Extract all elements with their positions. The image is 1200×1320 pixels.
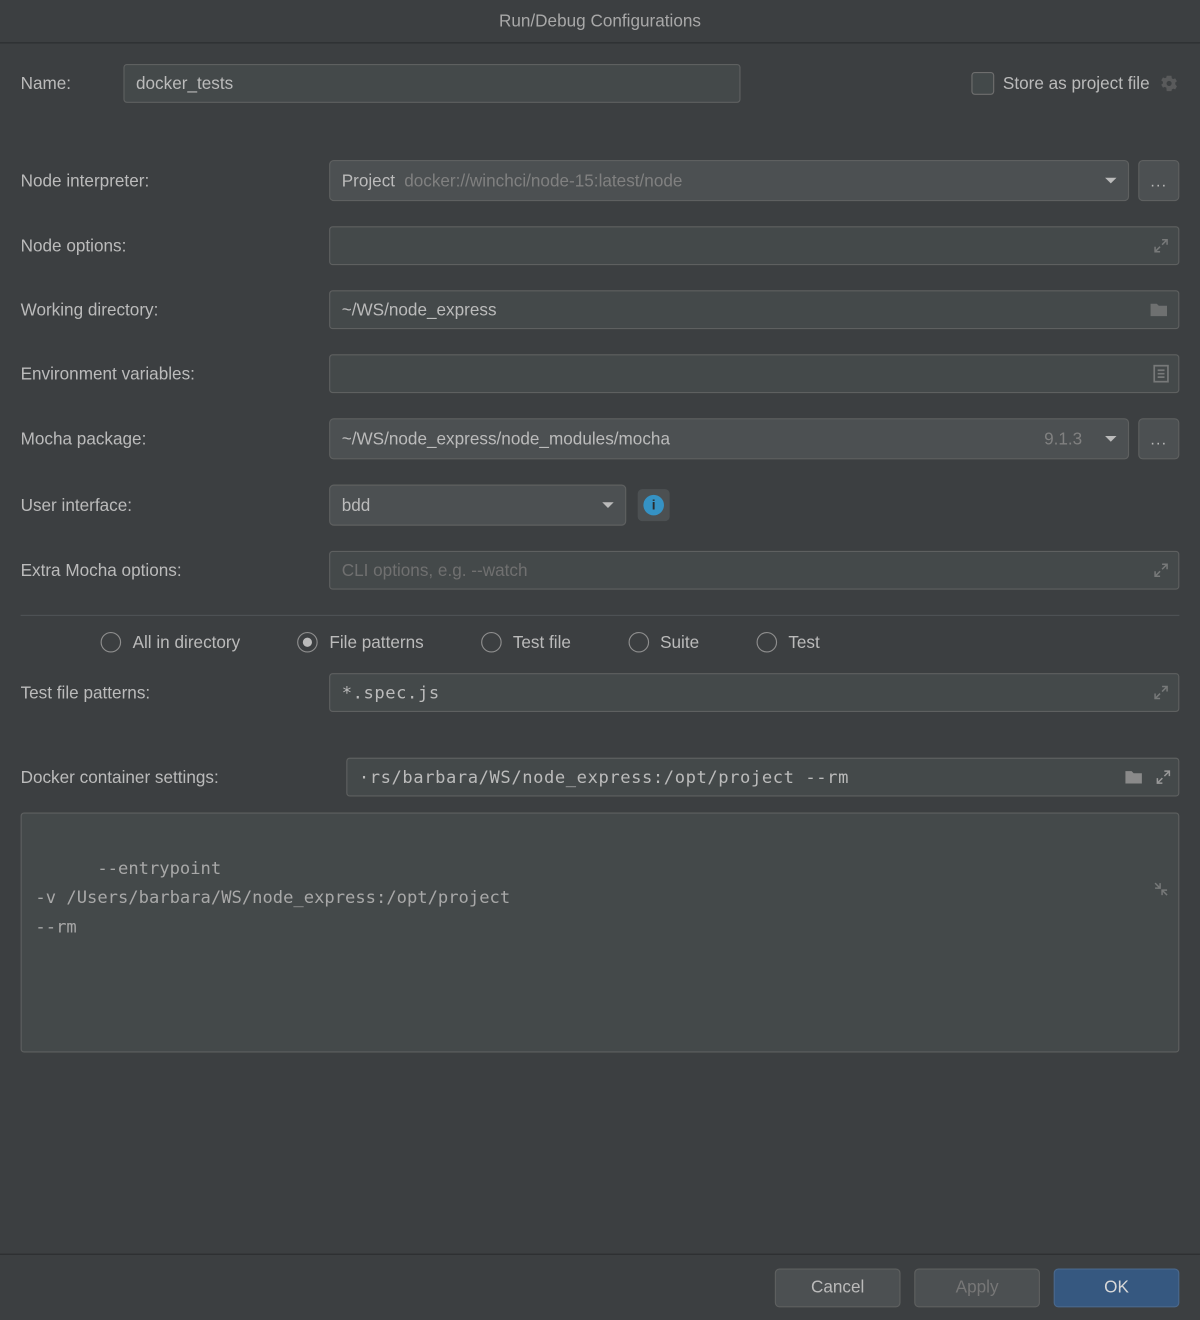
docker-args-text: --entrypoint -v /Users/barbara/WS/node_e… [35, 858, 510, 937]
expand-icon[interactable] [1155, 769, 1171, 785]
expand-icon[interactable] [1153, 238, 1169, 254]
store-as-project-checkbox[interactable]: Store as project file [971, 72, 1150, 95]
docker-settings-label: Docker container settings: [21, 767, 347, 786]
expand-icon[interactable] [1153, 685, 1169, 701]
divider [21, 615, 1180, 616]
docker-settings-value: ·rs/barbara/WS/node_express:/opt/project… [359, 767, 849, 788]
radio-icon [101, 632, 122, 653]
chevron-down-icon [1105, 436, 1116, 442]
list-icon[interactable] [1153, 365, 1169, 383]
node-interpreter-label: Node interpreter: [21, 171, 330, 190]
radio-label: Test [788, 633, 819, 652]
working-dir-value: ~/WS/node_express [342, 300, 497, 319]
ok-button[interactable]: OK [1054, 1268, 1180, 1307]
folder-icon[interactable] [1149, 302, 1170, 318]
mocha-package-combo[interactable]: ~/WS/node_express/node_modules/mocha 9.1… [329, 418, 1129, 459]
apply-button[interactable]: Apply [914, 1268, 1040, 1307]
radio-label: File patterns [329, 633, 423, 652]
dialog-title: Run/Debug Configurations [0, 0, 1200, 43]
chevron-down-icon [1105, 178, 1116, 184]
radio-label: All in directory [133, 633, 241, 652]
user-interface-value: bdd [342, 495, 371, 514]
folder-icon[interactable] [1123, 769, 1144, 785]
radio-label: Test file [513, 633, 571, 652]
radio-test[interactable]: Test [756, 632, 819, 653]
mocha-package-value: ~/WS/node_express/node_modules/mocha [342, 429, 670, 448]
mocha-package-label: Mocha package: [21, 429, 330, 448]
info-button[interactable]: i [638, 489, 670, 521]
docker-settings-input[interactable]: ·rs/barbara/WS/node_express:/opt/project… [346, 758, 1179, 797]
working-dir-label: Working directory: [21, 300, 330, 319]
radio-icon [297, 632, 318, 653]
radio-icon [628, 632, 649, 653]
info-icon: i [643, 495, 664, 516]
user-interface-label: User interface: [21, 495, 330, 514]
working-dir-input[interactable]: ~/WS/node_express [329, 290, 1179, 329]
env-vars-input[interactable] [329, 354, 1179, 393]
name-label: Name: [21, 74, 124, 93]
radio-icon [756, 632, 777, 653]
extra-mocha-label: Extra Mocha options: [21, 561, 330, 580]
test-patterns-input[interactable]: *.spec.js [329, 673, 1179, 712]
node-options-input[interactable] [329, 226, 1179, 265]
expand-icon[interactable] [1153, 562, 1169, 578]
name-value: docker_tests [136, 74, 233, 93]
cancel-button[interactable]: Cancel [775, 1268, 901, 1307]
gear-icon[interactable] [1159, 73, 1180, 94]
test-patterns-value: *.spec.js [342, 682, 440, 703]
radio-icon [481, 632, 502, 653]
checkbox-icon [971, 72, 994, 95]
node-interpreter-combo[interactable]: Project docker://winchci/node-15:latest/… [329, 160, 1129, 201]
docker-args-preview[interactable]: --entrypoint -v /Users/barbara/WS/node_e… [21, 813, 1180, 1053]
mocha-browse-button[interactable]: ... [1138, 418, 1179, 459]
radio-file-patterns[interactable]: File patterns [297, 632, 423, 653]
name-input[interactable]: docker_tests [123, 64, 740, 103]
test-scope-radios: All in directory File patterns Test file… [21, 632, 1180, 653]
radio-suite[interactable]: Suite [628, 632, 699, 653]
chevron-down-icon [602, 502, 613, 508]
node-options-label: Node options: [21, 236, 330, 255]
interpreter-browse-button[interactable]: ... [1138, 160, 1179, 201]
extra-mocha-placeholder: CLI options, e.g. --watch [342, 561, 528, 580]
store-label: Store as project file [1003, 74, 1150, 93]
radio-test-file[interactable]: Test file [481, 632, 571, 653]
collapse-icon[interactable] [1153, 823, 1169, 839]
interpreter-value: docker://winchci/node-15:latest/node [404, 171, 682, 190]
mocha-version: 9.1.3 [1044, 429, 1082, 448]
test-patterns-label: Test file patterns: [21, 683, 330, 702]
env-vars-label: Environment variables: [21, 364, 330, 383]
extra-mocha-input[interactable]: CLI options, e.g. --watch [329, 551, 1179, 590]
user-interface-combo[interactable]: bdd [329, 485, 626, 526]
radio-all-in-directory[interactable]: All in directory [101, 632, 241, 653]
interpreter-prefix: Project [342, 171, 395, 190]
radio-label: Suite [660, 633, 699, 652]
